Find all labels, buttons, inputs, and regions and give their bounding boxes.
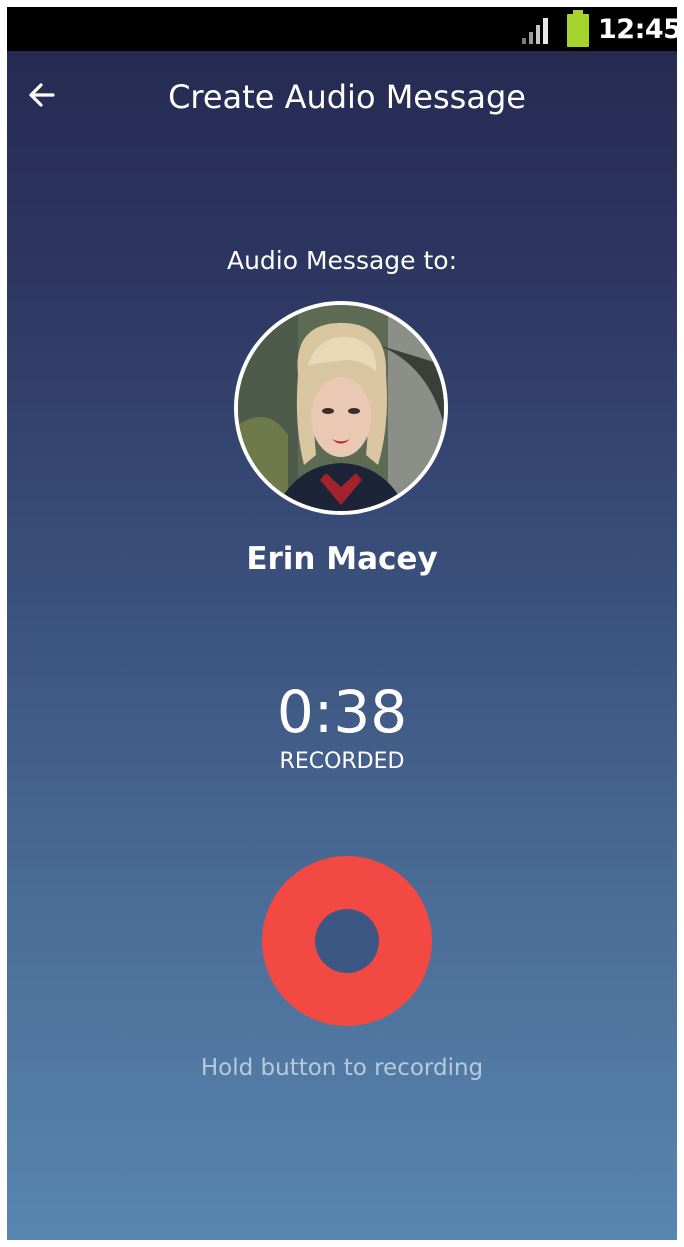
page-title: Create Audio Message bbox=[168, 78, 526, 116]
recording-status: RECORDED bbox=[279, 749, 405, 774]
avatar bbox=[234, 301, 448, 515]
signal-icon bbox=[522, 18, 548, 44]
avatar-photo bbox=[238, 305, 444, 511]
screen: 12:45 Create Audio Message Audio Message… bbox=[7, 7, 677, 1240]
record-hint: Hold button to recording bbox=[200, 1055, 484, 1081]
status-time: 12:45 bbox=[598, 14, 677, 45]
record-button[interactable] bbox=[262, 856, 432, 1026]
recipient-label: Audio Message to: bbox=[226, 246, 458, 275]
recipient-name: Erin Macey bbox=[246, 541, 438, 577]
recording-timer: 0:38 bbox=[276, 678, 408, 746]
battery-icon bbox=[567, 10, 589, 47]
app-bar: Create Audio Message bbox=[7, 51, 677, 147]
record-button-center bbox=[315, 909, 379, 973]
status-bar: 12:45 bbox=[7, 7, 677, 51]
